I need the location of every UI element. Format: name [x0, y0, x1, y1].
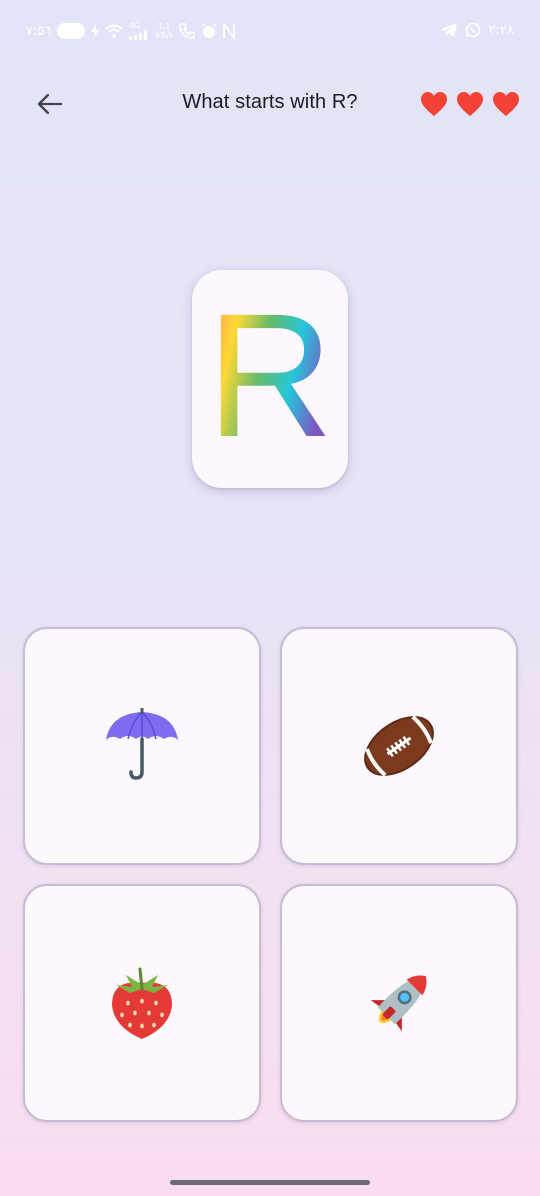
toggle-icon	[57, 23, 86, 39]
option-rocket[interactable]	[280, 884, 518, 1122]
status-right: ۲:۲۸	[440, 22, 514, 38]
bolt-icon	[91, 24, 100, 38]
header: What starts with R?	[0, 76, 540, 132]
option-football[interactable]	[280, 627, 518, 865]
strawberry-icon	[112, 967, 172, 1039]
status-left: ۷:۵٦ 4G 1.1 KB/s	[26, 22, 235, 40]
whatsapp-icon	[465, 22, 481, 38]
speed-value: 1.1	[157, 22, 171, 31]
alarm-icon	[201, 23, 217, 39]
lives-indicator	[420, 91, 520, 117]
wifi-icon	[105, 24, 124, 38]
phone-icon	[179, 23, 195, 39]
network-speed: 1.1 KB/s	[155, 22, 173, 40]
status-time: ۲:۲۸	[488, 22, 514, 38]
letter-card: R	[192, 270, 348, 488]
heart-icon	[457, 92, 483, 116]
umbrella-icon	[106, 708, 178, 780]
target-letter-text: R	[206, 278, 333, 474]
heart-icon	[421, 92, 447, 116]
status-bar: ۷:۵٦ 4G 1.1 KB/s ۲:۲۸	[0, 0, 540, 64]
target-letter: R	[206, 278, 333, 474]
option-strawberry[interactable]	[23, 884, 261, 1122]
network-label: 4G	[129, 21, 141, 30]
speed-unit: KB/s	[155, 31, 173, 40]
rocket-icon	[370, 975, 427, 1032]
football-icon	[364, 715, 434, 777]
telegram-icon	[440, 23, 457, 37]
gesture-nav-bar[interactable]	[170, 1180, 370, 1185]
cellular-signal-icon: 4G	[129, 22, 149, 40]
status-left-text: ۷:۵٦	[26, 23, 52, 39]
option-umbrella[interactable]	[23, 627, 261, 865]
heart-icon	[493, 92, 519, 116]
nfc-icon	[223, 23, 235, 39]
